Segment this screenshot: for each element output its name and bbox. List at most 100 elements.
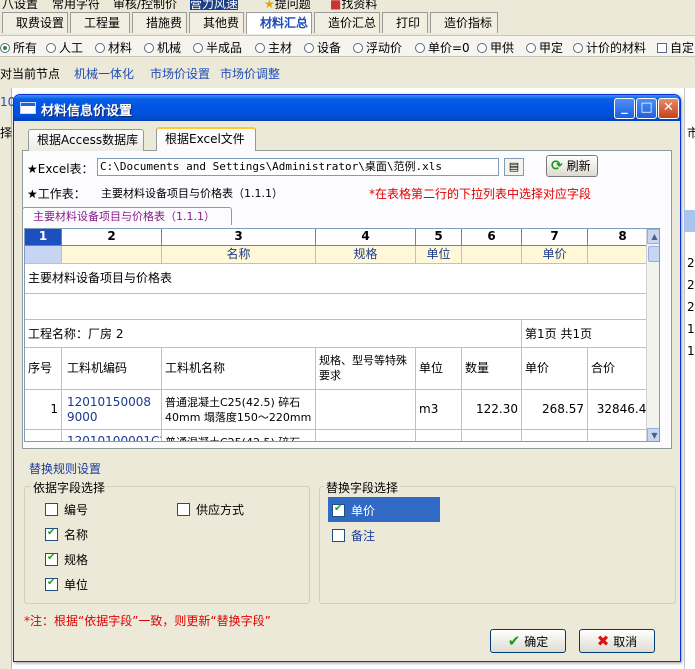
data-cell[interactable]	[25, 430, 62, 441]
tab-print[interactable]: 打印	[382, 12, 428, 33]
ok-button[interactable]: ✔ 确定	[490, 629, 566, 653]
field-select[interactable]: 名称	[162, 246, 316, 264]
browse-button[interactable]: ▤	[504, 158, 524, 176]
filter-main-material[interactable]: 主材	[255, 39, 292, 56]
data-cell[interactable]	[522, 430, 588, 441]
data-cell[interactable]: 268.57	[522, 390, 588, 430]
supply-method-checkbox[interactable]: 供应方式	[177, 501, 244, 518]
field-select[interactable]	[25, 246, 62, 264]
data-cell[interactable]: m3	[416, 390, 462, 430]
sheet-tab[interactable]: 主要材料设备项目与价格表（1.1.1）	[22, 207, 232, 225]
col-header[interactable]: 3	[162, 229, 316, 246]
replace-remark-checkbox[interactable]: 备注	[332, 527, 375, 544]
scroll-down-icon[interactable]: ▼	[647, 428, 659, 441]
tab-fee-settings[interactable]: 取费设置	[2, 12, 68, 33]
page-number-cell: 第1页 共1页	[522, 320, 658, 348]
background-menubar: 八设置 常用字符 审核/控制价 营力风速 ★提问题 ■找资料	[0, 0, 695, 10]
col-header[interactable]: 5	[416, 229, 462, 246]
col-header[interactable]: 1	[25, 229, 62, 246]
worksheet-name[interactable]: 主要材料设备项目与价格表（1.1.1）	[101, 185, 283, 201]
field-select[interactable]: 单价	[522, 246, 588, 264]
filter-priced-materials[interactable]: 计价的材料	[573, 39, 646, 56]
filter-zero-price[interactable]: 单价=0	[415, 39, 470, 56]
basis-field-title: 依据字段选择	[31, 479, 108, 496]
menu-find[interactable]: ■找资料	[330, 0, 377, 10]
basis-spec-checkbox[interactable]: 规格	[45, 551, 88, 568]
grid-vertical-scrollbar[interactable]: ▲ ▼	[646, 229, 659, 441]
replace-price-checkbox[interactable]: 单价	[332, 502, 375, 519]
menu-common-chars[interactable]: 常用字符	[52, 0, 100, 10]
dialog-titlebar[interactable]: 材料信息价设置 _ □ ✕	[14, 95, 680, 121]
col-header[interactable]: 7	[522, 229, 588, 246]
tab-cost-summary[interactable]: 造价汇总	[314, 12, 380, 33]
field-select[interactable]	[462, 246, 522, 264]
header-cell: 规格、型号等特殊要求	[316, 348, 416, 390]
radio-icon	[353, 43, 363, 53]
basis-unit-checkbox[interactable]: 单位	[45, 576, 88, 593]
field-select[interactable]: 规格	[316, 246, 416, 264]
link-market-price-adjust[interactable]: 市场价调整	[220, 65, 280, 82]
data-cell[interactable]: 12010100001C20	[62, 430, 162, 441]
col-header[interactable]: 6	[462, 229, 522, 246]
menu-audit[interactable]: 审核/控制价	[113, 0, 177, 10]
field-select[interactable]: 单位	[416, 246, 462, 264]
excel-path-input[interactable]: C:\Documents and Settings\Administrator\…	[97, 158, 499, 176]
data-cell[interactable]: 120101500089000	[62, 390, 162, 430]
data-cell[interactable]: 122.30	[462, 390, 522, 430]
cancel-button[interactable]: ✖ 取消	[579, 629, 655, 653]
link-market-price-settings[interactable]: 市场价设置	[150, 65, 210, 82]
col-header[interactable]: 2	[62, 229, 162, 246]
filter-owner-specified[interactable]: 甲定	[526, 39, 563, 56]
filter-labor[interactable]: 人工	[46, 39, 83, 56]
tab-quantity[interactable]: 工程量	[70, 12, 130, 33]
tab-measures[interactable]: 措施费	[132, 12, 187, 33]
tab-access-db[interactable]: 根据Access数据库	[28, 129, 144, 151]
col-header[interactable]: 4	[316, 229, 416, 246]
maximize-button[interactable]: □	[636, 98, 657, 119]
filter-floating-price[interactable]: 浮动价	[353, 39, 402, 56]
filter-semi-finished[interactable]: 半成品	[193, 39, 242, 56]
replace-field-title: 替换字段选择	[324, 479, 401, 496]
menu-settings[interactable]: 八设置	[2, 0, 38, 10]
scroll-up-icon[interactable]: ▲	[647, 229, 659, 244]
data-cell[interactable]	[316, 430, 416, 441]
checkbox-checked-icon	[45, 577, 58, 591]
data-cell[interactable]	[462, 430, 522, 441]
basis-code-checkbox[interactable]: 编号	[45, 501, 88, 518]
project-name-cell: 工程名称：厂房 2	[25, 320, 522, 348]
tab-cost-index[interactable]: 造价指标	[430, 12, 498, 33]
menu-hotline[interactable]: 营力风速	[190, 0, 239, 10]
excel-file-label: ★Excel表：	[27, 162, 94, 176]
close-button[interactable]: ✕	[658, 98, 679, 119]
menu-ask[interactable]: ★提问题	[264, 0, 311, 10]
radio-icon	[415, 43, 425, 53]
basis-name-checkbox[interactable]: 名称	[45, 526, 88, 543]
checkbox-icon	[657, 43, 667, 53]
data-cell[interactable]: 普通混凝土C25(42.5) 碎石	[162, 430, 316, 441]
tab-material-summary[interactable]: 材料汇总	[246, 12, 312, 34]
background-tab-strip: 取费设置 工程量 措施费 其他费 材料汇总 造价汇总 打印 造价指标	[0, 12, 695, 34]
data-cell[interactable]	[316, 390, 416, 430]
refresh-button[interactable]: ⟳ 刷新	[546, 155, 598, 177]
filter-machine[interactable]: 机械	[144, 39, 181, 56]
filter-material[interactable]: 材料	[95, 39, 132, 56]
filter-owner-supplied[interactable]: 甲供	[477, 39, 514, 56]
tab-other-fees[interactable]: 其他费	[189, 12, 244, 33]
cell-text: 1	[687, 344, 695, 358]
filter-equipment[interactable]: 设备	[304, 39, 341, 56]
column-header-text: 市	[687, 126, 695, 140]
cross-icon: ✖	[596, 632, 610, 650]
field-select[interactable]	[62, 246, 162, 264]
link-machine-integration[interactable]: 机械一体化	[74, 65, 134, 82]
excel-preview-grid[interactable]: 1 2 3 4 5 6 7 8 名称 规格 单位 单价 主要材料设备项目与价格表…	[24, 228, 660, 442]
filter-all[interactable]: 所有	[0, 39, 37, 56]
data-cell[interactable]: 1	[25, 390, 62, 430]
header-cell: 工料机编码	[62, 348, 162, 390]
tab-excel-file[interactable]: 根据Excel文件	[156, 127, 256, 152]
custom-checkbox[interactable]: 自定	[657, 39, 694, 56]
ok-label: 确定	[524, 635, 549, 649]
data-cell[interactable]	[416, 430, 462, 441]
scroll-thumb[interactable]	[648, 246, 659, 262]
data-cell[interactable]: 普通混凝土C25(42.5) 碎石40mm 塌落度150～220mm	[162, 390, 316, 430]
minimize-button[interactable]: _	[614, 98, 635, 119]
